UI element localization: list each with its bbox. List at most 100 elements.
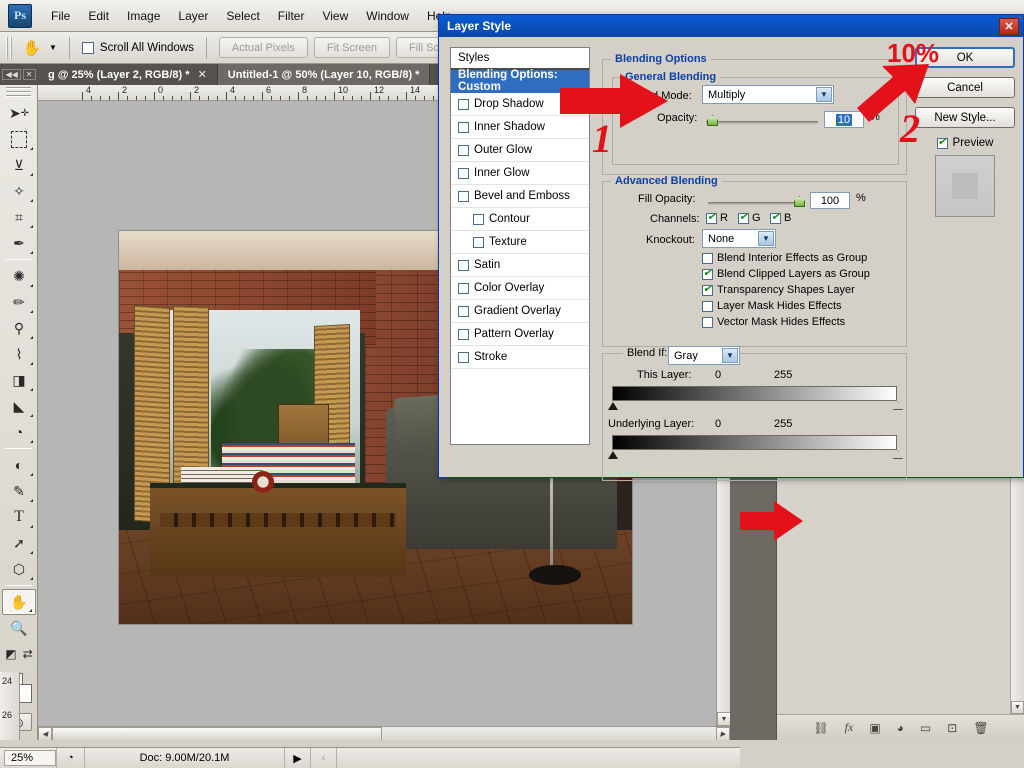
link-layers-icon[interactable]: ⛓ (813, 721, 828, 735)
blend-clipped-layers-row[interactable]: Blend Clipped Layers as Group (702, 266, 870, 280)
eyedropper-tool[interactable]: ✒ (2, 230, 36, 256)
screen-mode-icon[interactable]: ◩ (5, 647, 16, 661)
style-item-stroke[interactable]: Stroke (451, 346, 589, 369)
blend-interior-effects-row[interactable]: Blend Interior Effects as Group (702, 252, 867, 264)
channel-r-checkbox[interactable] (706, 210, 717, 224)
scroll-thumb[interactable] (52, 727, 382, 740)
hand-tool[interactable]: ✋ (2, 589, 36, 615)
dodge-tool[interactable]: ◐ (2, 452, 36, 478)
blend-mode-select[interactable]: Multiply ▼ (702, 85, 834, 104)
style-item-gradient-overlay[interactable]: Gradient Overlay (451, 300, 589, 323)
style-checkbox[interactable] (458, 190, 469, 202)
style-item-satin[interactable]: Satin (451, 254, 589, 277)
close-icon[interactable]: ✕ (999, 17, 1019, 35)
knockout-select[interactable]: None ▼ (702, 229, 776, 248)
scroll-left-icon[interactable]: ◀ (38, 727, 52, 740)
layer-mask-hides-effects-checkbox[interactable] (702, 300, 713, 312)
style-item-bevel-and-emboss[interactable]: Bevel and Emboss (451, 185, 589, 208)
brush-tool[interactable]: ✏ (2, 289, 36, 315)
channel-r[interactable]: R (706, 210, 728, 224)
shape-tool[interactable]: ⬡ (2, 556, 36, 582)
pen-tool[interactable]: ✎ (2, 478, 36, 504)
add-layer-style-icon[interactable]: fx (845, 720, 854, 735)
marquee-tool[interactable] (2, 126, 36, 152)
channel-g-checkbox[interactable] (738, 210, 749, 224)
status-collapse-icon[interactable]: ‹ (310, 748, 336, 768)
preview-checkbox[interactable] (936, 135, 948, 149)
blur-tool[interactable]: ◔ (2, 419, 36, 445)
menu-file[interactable]: File (42, 5, 79, 27)
style-item-pattern-overlay[interactable]: Pattern Overlay (451, 323, 589, 346)
swap-colors-icon[interactable]: ⇄ (23, 647, 33, 661)
chevron-down-icon[interactable]: ▼ (722, 348, 738, 363)
options-bar-grip[interactable] (6, 36, 13, 59)
scroll-all-windows-checkbox[interactable] (81, 41, 94, 54)
menu-window[interactable]: Window (357, 5, 418, 27)
style-item-texture[interactable]: Texture (451, 231, 589, 254)
blend-interior-effects-checkbox[interactable] (702, 252, 713, 264)
lasso-tool[interactable]: ⊻ (2, 152, 36, 178)
zoom-level-field[interactable]: 25% (4, 750, 56, 766)
move-tool[interactable]: ➤ ✛ (2, 100, 36, 126)
type-tool[interactable]: T (2, 504, 36, 530)
zoom-tool[interactable]: 🔍 (2, 615, 36, 641)
style-checkbox[interactable] (458, 305, 469, 317)
blend-if-select[interactable]: Gray ▼ (668, 346, 740, 365)
opacity-slider-track[interactable] (706, 121, 818, 124)
fill-opacity-input[interactable]: 100 (810, 192, 850, 209)
magic-wand-tool[interactable]: ✧ (2, 178, 36, 204)
add-layer-mask-icon[interactable]: ▣ (869, 721, 880, 735)
new-group-icon[interactable]: ▭ (920, 721, 931, 735)
canvas-horizontal-scrollbar[interactable]: ◀ ▶ (38, 726, 730, 740)
status-preview-icon[interactable]: ◔ (56, 748, 84, 768)
underlying-layer-black-slider[interactable] (608, 451, 618, 459)
menu-edit[interactable]: Edit (79, 5, 118, 27)
style-item-inner-glow[interactable]: Inner Glow (451, 162, 589, 185)
status-menu-arrow-icon[interactable]: ▶ (284, 748, 310, 768)
collapse-dock-icon[interactable]: ◀◀ (2, 69, 21, 80)
style-checkbox[interactable] (473, 236, 484, 248)
style-checkbox[interactable] (458, 282, 469, 294)
chevron-down-icon[interactable]: ▼ (758, 231, 774, 246)
transparency-shapes-layer-checkbox[interactable] (702, 282, 713, 296)
menu-filter[interactable]: Filter (269, 5, 314, 27)
close-dock-icon[interactable]: ✕ (22, 69, 36, 80)
style-checkbox[interactable] (458, 144, 469, 156)
style-item-outer-glow[interactable]: Outer Glow (451, 139, 589, 162)
menu-image[interactable]: Image (118, 5, 169, 27)
history-brush-tool[interactable]: ⌇ (2, 341, 36, 367)
document-tab-1[interactable]: Untitled-1 @ 50% (Layer 10, RGB/8) * (217, 64, 431, 85)
eraser-tool[interactable]: ◨ (2, 367, 36, 393)
channel-b[interactable]: B (770, 210, 791, 224)
actual-pixels-button[interactable]: Actual Pixels (218, 37, 308, 58)
fit-screen-button[interactable]: Fit Screen (313, 37, 390, 58)
this-layer-black-slider[interactable] (608, 402, 618, 410)
scroll-right-icon[interactable]: ▶ (716, 727, 730, 740)
scroll-down-icon[interactable]: ▼ (717, 712, 730, 726)
healing-brush-tool[interactable]: ✺ (2, 263, 36, 289)
menu-layer[interactable]: Layer (169, 5, 217, 27)
style-checkbox[interactable] (473, 213, 484, 225)
dialog-title-bar[interactable]: Layer Style ✕ (439, 15, 1023, 37)
style-checkbox[interactable] (458, 167, 469, 179)
chevron-down-icon[interactable]: ▼ (816, 87, 832, 102)
delete-layer-icon[interactable]: 🗑 (973, 721, 988, 735)
layer-mask-hides-effects-row[interactable]: Layer Mask Hides Effects (702, 300, 842, 312)
style-item-color-overlay[interactable]: Color Overlay (451, 277, 589, 300)
channel-g[interactable]: G (738, 210, 761, 224)
style-checkbox[interactable] (458, 328, 469, 340)
gradient-tool[interactable]: ◣ (2, 393, 36, 419)
toolbox-grip[interactable] (6, 87, 31, 97)
hand-tool-icon[interactable]: ✋ (19, 36, 45, 60)
clone-stamp-tool[interactable]: ⚲ (2, 315, 36, 341)
style-checkbox[interactable] (458, 259, 469, 271)
blend-clipped-layers-checkbox[interactable] (702, 266, 713, 280)
new-adjustment-layer-icon[interactable]: ◕ (897, 721, 904, 735)
style-checkbox[interactable] (458, 121, 469, 133)
screen-mode-and-swap-colors[interactable]: ◩ ⇄ (2, 641, 36, 667)
vector-mask-hides-effects-checkbox[interactable] (702, 316, 713, 328)
channel-b-checkbox[interactable] (770, 210, 781, 224)
crop-tool[interactable]: ⌗ (2, 204, 36, 230)
new-layer-icon[interactable]: ⊡ (947, 721, 957, 735)
fill-opacity-slider-track[interactable] (708, 202, 804, 205)
